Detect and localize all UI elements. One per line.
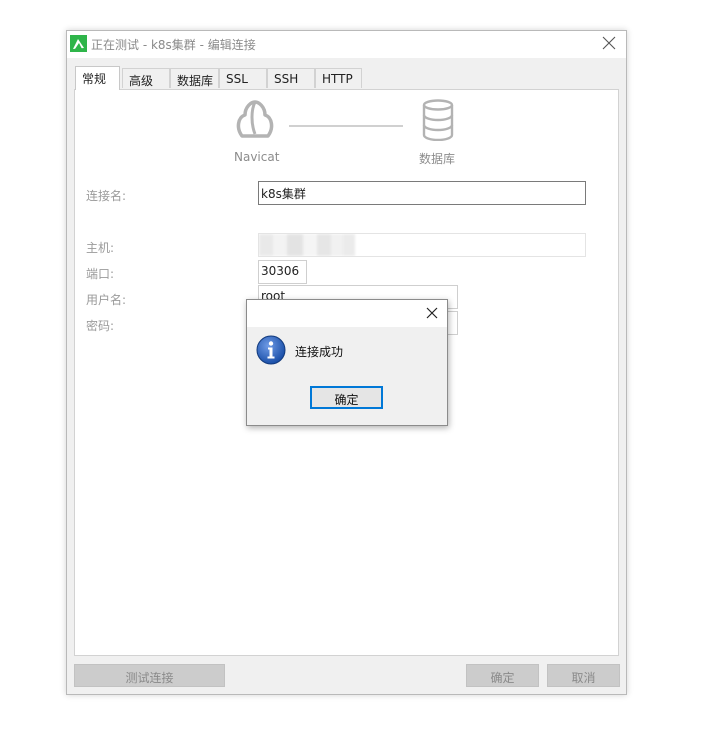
host-label: 主机:	[86, 241, 115, 255]
connection-line	[289, 125, 403, 127]
tab-bar: 常规 高级 数据库 SSL SSH HTTP	[75, 66, 618, 90]
database-icon	[422, 99, 454, 141]
navicat-app-icon	[70, 35, 87, 52]
tab-general[interactable]: 常规	[75, 66, 120, 90]
connection-name-input[interactable]: k8s集群	[258, 181, 586, 205]
dialog-close-icon[interactable]	[424, 305, 440, 321]
window-title: 正在测试 - k8s集群 - 编辑连接	[91, 38, 256, 52]
tab-http[interactable]: HTTP	[315, 68, 362, 88]
port-label: 端口:	[86, 267, 115, 281]
password-label: 密码:	[86, 319, 115, 333]
tab-ssl[interactable]: SSL	[219, 68, 267, 88]
title-bar[interactable]: 正在测试 - k8s集群 - 编辑连接	[67, 31, 626, 58]
dialog-ok-button[interactable]: 确定	[310, 386, 383, 409]
tab-advanced[interactable]: 高级	[122, 68, 170, 88]
navicat-label: Navicat	[234, 150, 280, 164]
connection-name-label: 连接名:	[86, 189, 127, 203]
cancel-button[interactable]: 取消	[547, 664, 620, 687]
tab-database[interactable]: 数据库	[170, 68, 219, 88]
dialog-title-bar[interactable]	[247, 300, 447, 327]
database-label: 数据库	[419, 152, 456, 166]
dialog-message: 连接成功	[295, 345, 344, 359]
port-input[interactable]: 30306	[258, 260, 307, 284]
info-icon	[256, 335, 286, 365]
host-input[interactable]	[258, 233, 586, 257]
ok-button[interactable]: 确定	[466, 664, 539, 687]
redacted-host-value	[259, 234, 355, 256]
tab-ssh[interactable]: SSH	[267, 68, 315, 88]
connection-result-dialog: 连接成功 确定	[246, 299, 448, 426]
close-icon[interactable]	[600, 34, 618, 52]
test-connection-button[interactable]: 测试连接	[74, 664, 225, 687]
username-label: 用户名:	[86, 293, 127, 307]
navicat-logo-icon	[236, 100, 274, 138]
